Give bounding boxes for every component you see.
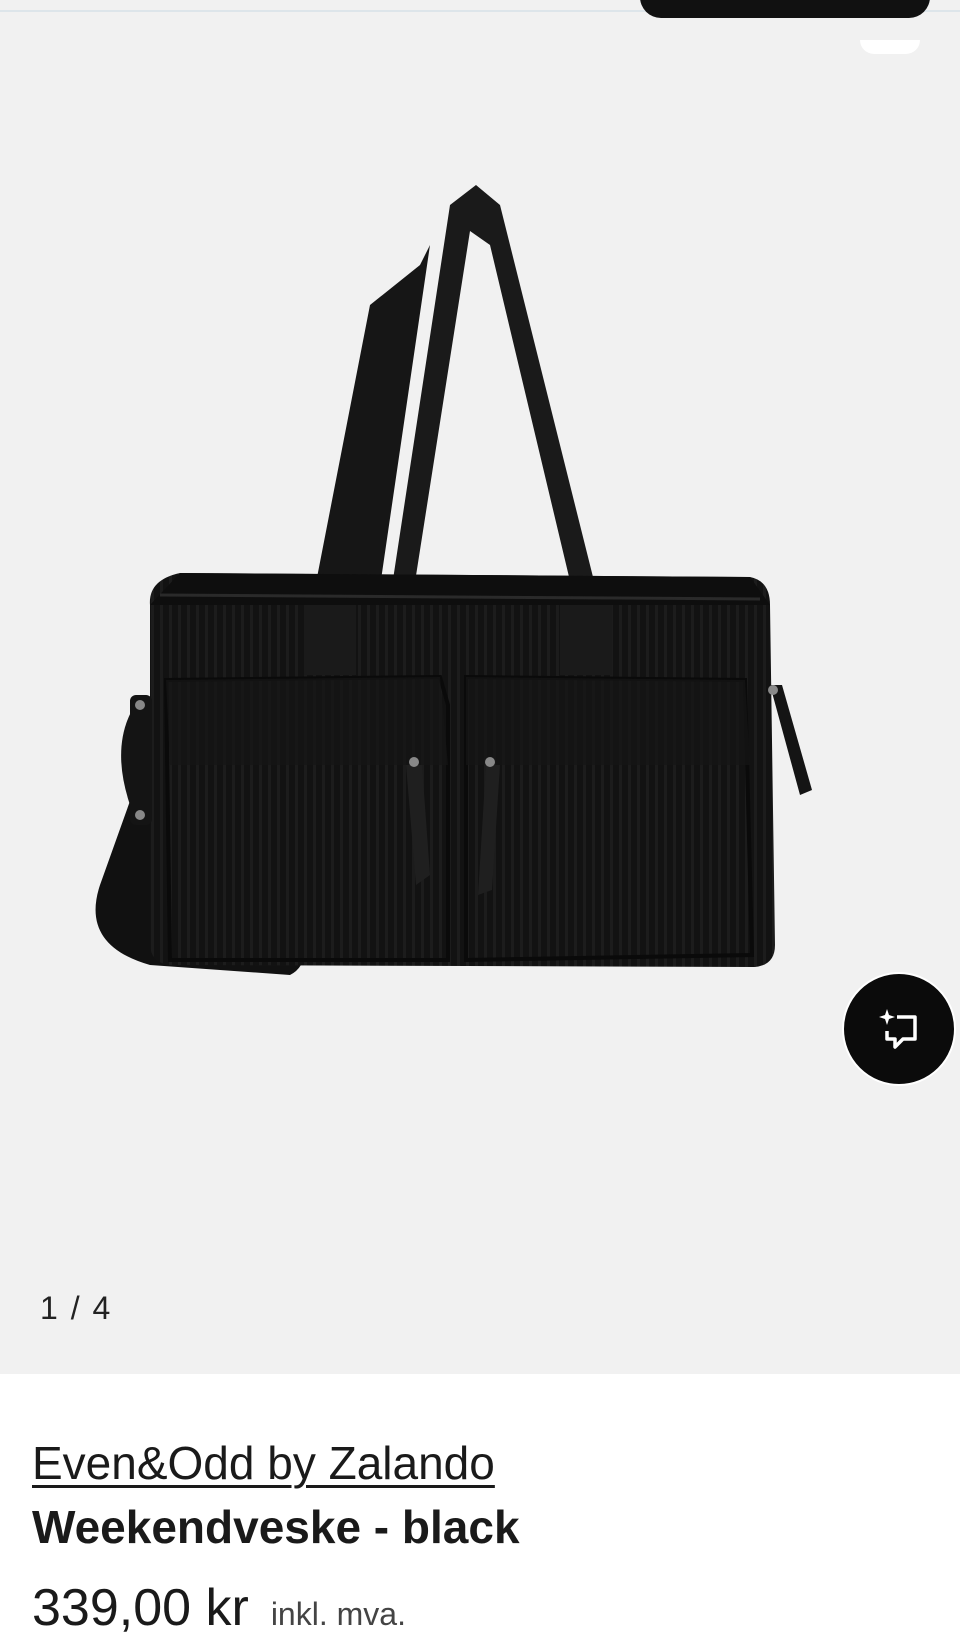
price-row: 339,00 kr inkl. mva. — [32, 1578, 406, 1638]
product-page: 1 / 4 Even&Odd by Zalando Weekendveske -… — [0, 0, 960, 1648]
top-overlay-pill[interactable] — [640, 0, 930, 18]
top-overlay-indicator — [860, 40, 920, 54]
image-counter: 1 / 4 — [40, 1290, 113, 1326]
sparkle-chat-icon — [879, 1009, 917, 1049]
ai-assistant-button[interactable] — [842, 972, 956, 1086]
brand-link[interactable]: Even&Odd by Zalando — [32, 1436, 495, 1490]
product-title: Weekendveske - black — [32, 1501, 520, 1553]
product-info: Even&Odd by Zalando Weekendveske - black… — [0, 1374, 960, 1648]
product-image-gallery[interactable]: 1 / 4 — [0, 0, 960, 1374]
price: 339,00 kr — [32, 1579, 249, 1637]
vat-note: inkl. mva. — [270, 1596, 406, 1632]
product-image[interactable] — [70, 185, 870, 1065]
